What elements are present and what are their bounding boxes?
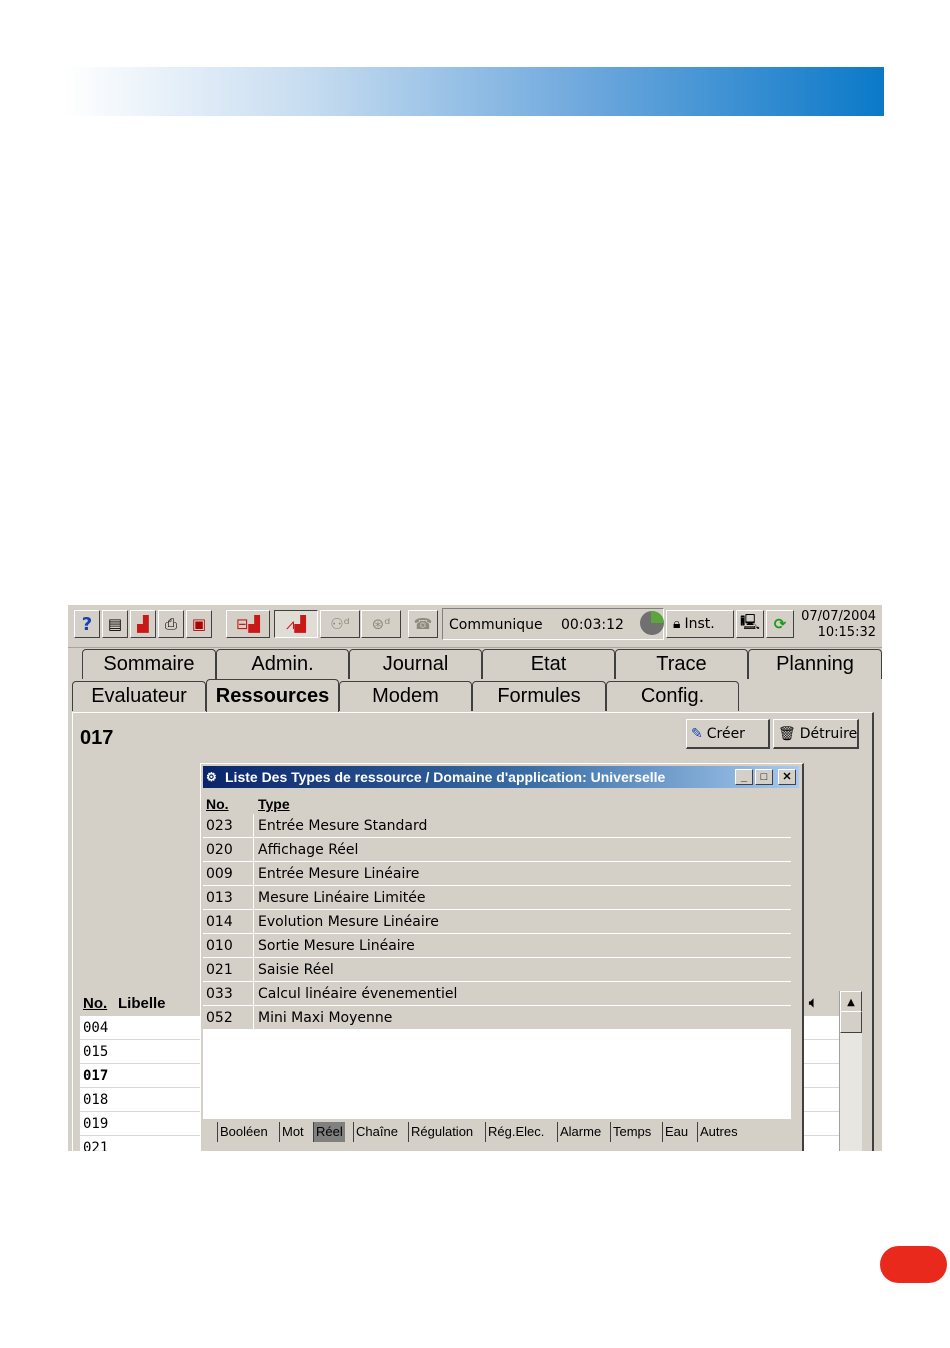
row-type: Mini Maxi Moyenne [258, 1010, 393, 1026]
row-type: Entrée Mesure Linéaire [258, 866, 420, 882]
scroll-up-icon[interactable]: ▲ [840, 991, 862, 1013]
factory-icon[interactable]: ▟ [130, 610, 156, 638]
table-row[interactable]: 052 Mini Maxi Moyenne [203, 1006, 791, 1030]
table-row[interactable]: 021 Saisie Réel [203, 958, 791, 982]
minimize-icon[interactable]: _ [735, 769, 753, 785]
row-type: Saisie Réel [258, 962, 334, 978]
create-label: Créer [706, 725, 745, 742]
tab-eau[interactable]: Eau [662, 1122, 690, 1142]
help-icon[interactable]: ? [74, 610, 100, 638]
tab-planning[interactable]: Planning [748, 649, 882, 679]
close-icon[interactable]: ✕ [778, 769, 796, 785]
create-icon: ✎ [691, 725, 703, 742]
tab-modem[interactable]: Modem [339, 681, 472, 711]
row-no: 014 [206, 914, 233, 930]
tab-trace[interactable]: Trace [615, 649, 748, 679]
col-no[interactable]: No. [206, 796, 229, 812]
chart-factory-icon[interactable]: ⩘▟ [274, 610, 318, 638]
row-no: 013 [206, 890, 233, 906]
delete-button[interactable]: 🗑︎ Détruire [773, 719, 859, 749]
factory-alt-icon[interactable]: ⊟▟ [226, 610, 270, 638]
row-type: Evolution Mesure Linéaire [258, 914, 439, 930]
table-row[interactable]: 009 Entrée Mesure Linéaire [203, 862, 791, 886]
row-no: 010 [206, 938, 233, 954]
resource-code: 017 [80, 727, 114, 749]
tab-config[interactable]: Config. [606, 681, 739, 711]
row-type: Mesure Linéaire Limitée [258, 890, 426, 906]
tab-mot[interactable]: Mot [279, 1122, 306, 1142]
table-row[interactable]: 010 Sortie Mesure Linéaire [203, 934, 791, 958]
date-text: 07/07/2004 [801, 609, 876, 624]
dialog-title-bar[interactable]: ⚙ Liste Des Types de ressource / Domaine… [203, 766, 799, 788]
col-type[interactable]: Type [258, 796, 290, 812]
status-label: Communique [449, 617, 543, 633]
dialog-title: Liste Des Types de ressource / Domaine d… [225, 769, 666, 785]
row-no: 052 [206, 1010, 233, 1026]
refresh-icon[interactable]: ⟳ [766, 610, 794, 638]
table-row[interactable]: 014 Evolution Mesure Linéaire [203, 910, 791, 934]
datetime: 07/07/2004 10:15:32 [801, 609, 876, 641]
computer-icon[interactable]: 🖳 [736, 610, 764, 638]
row-no: 033 [206, 986, 233, 1002]
inst-label: Inst. [684, 616, 715, 632]
tab-ressources[interactable]: Ressources [206, 679, 339, 712]
category-tabs: Booléen Mot Réel Chaîne Régulation Rég.E… [203, 1119, 799, 1151]
save-icon[interactable]: ▣ [186, 610, 212, 638]
time-text: 10:15:32 [817, 625, 876, 640]
clock-icon [640, 611, 664, 635]
toolbar: ? ▤ ▟ ⎙ ▣ ⊟▟ ⩘▟ ⚇ᵈ ⊛ᵈ ☎ Communique 00:03… [68, 605, 882, 648]
tab-booleen[interactable]: Booléen [217, 1122, 270, 1142]
tab-formules[interactable]: Formules [472, 681, 606, 711]
network-icon[interactable]: ⊛ᵈ [361, 610, 401, 638]
tab-etat[interactable]: Etat [482, 649, 615, 679]
phone-icon[interactable]: ☎ [408, 610, 438, 638]
type-list-header: No. Type [203, 792, 791, 814]
elapsed-time: 00:03:12 [561, 617, 624, 633]
row-no: 021 [206, 962, 233, 978]
speaker-icon[interactable]: 🔈︎ [809, 994, 817, 1011]
type-list: No. Type 023 Entrée Mesure Standard 020 Af… [203, 792, 791, 1119]
table-row[interactable]: 020 Affichage Réel [203, 838, 791, 862]
create-button[interactable]: ✎ Créer [686, 719, 770, 749]
trash-icon: 🗑︎ [778, 725, 796, 742]
col-libelle[interactable]: Libelle [118, 995, 166, 1012]
printer-icon[interactable]: ⎙ [158, 610, 184, 638]
vertical-scrollbar[interactable]: ▲ [839, 991, 862, 1151]
tab-journal[interactable]: Journal [349, 649, 482, 679]
table-row[interactable]: 023 Entrée Mesure Standard [203, 814, 791, 838]
tab-admin[interactable]: Admin. [216, 649, 349, 679]
tab-autres[interactable]: Autres [697, 1122, 740, 1142]
tab-reel[interactable]: Réel [313, 1122, 345, 1142]
tab-alarme[interactable]: Alarme [557, 1122, 603, 1142]
table-row[interactable]: 013 Mesure Linéaire Limitée [203, 886, 791, 910]
application-window: ? ▤ ▟ ⎙ ▣ ⊟▟ ⩘▟ ⚇ᵈ ⊛ᵈ ☎ Communique 00:03… [68, 605, 882, 1151]
tab-evaluateur[interactable]: Evaluateur [72, 681, 206, 711]
row-type: Calcul linéaire évenementiel [258, 986, 458, 1002]
tab-temps[interactable]: Temps [610, 1122, 653, 1142]
scroll-thumb[interactable] [840, 1011, 862, 1033]
delete-label: Détruire [799, 725, 858, 742]
row-type: Affichage Réel [258, 842, 359, 858]
header-band [64, 67, 884, 116]
row-no: 023 [206, 818, 233, 834]
people-icon[interactable]: ⚇ᵈ [320, 610, 360, 638]
tab-chaine[interactable]: Chaîne [353, 1122, 400, 1142]
lock-icon: 🔒︎ [673, 616, 681, 632]
row-no: 020 [206, 842, 233, 858]
tab-regulation[interactable]: Régulation [408, 1122, 475, 1142]
maximize-icon[interactable]: □ [755, 769, 773, 785]
inst-button[interactable]: 🔒︎ Inst. [666, 610, 734, 638]
row-type: Entrée Mesure Standard [258, 818, 428, 834]
resource-type-dialog: ⚙ Liste Des Types de ressource / Domaine… [200, 763, 804, 1151]
col-no[interactable]: No. [83, 995, 107, 1012]
page-badge [880, 1246, 947, 1283]
list-icon[interactable]: ▤ [102, 610, 128, 638]
row-type: Sortie Mesure Linéaire [258, 938, 415, 954]
app-icon: ⚙ [206, 770, 217, 784]
table-row[interactable]: 033 Calcul linéaire évenementiel [203, 982, 791, 1006]
tab-reg-elec[interactable]: Rég.Elec. [485, 1122, 546, 1142]
row-no: 009 [206, 866, 233, 882]
tab-sommaire[interactable]: Sommaire [82, 649, 216, 679]
